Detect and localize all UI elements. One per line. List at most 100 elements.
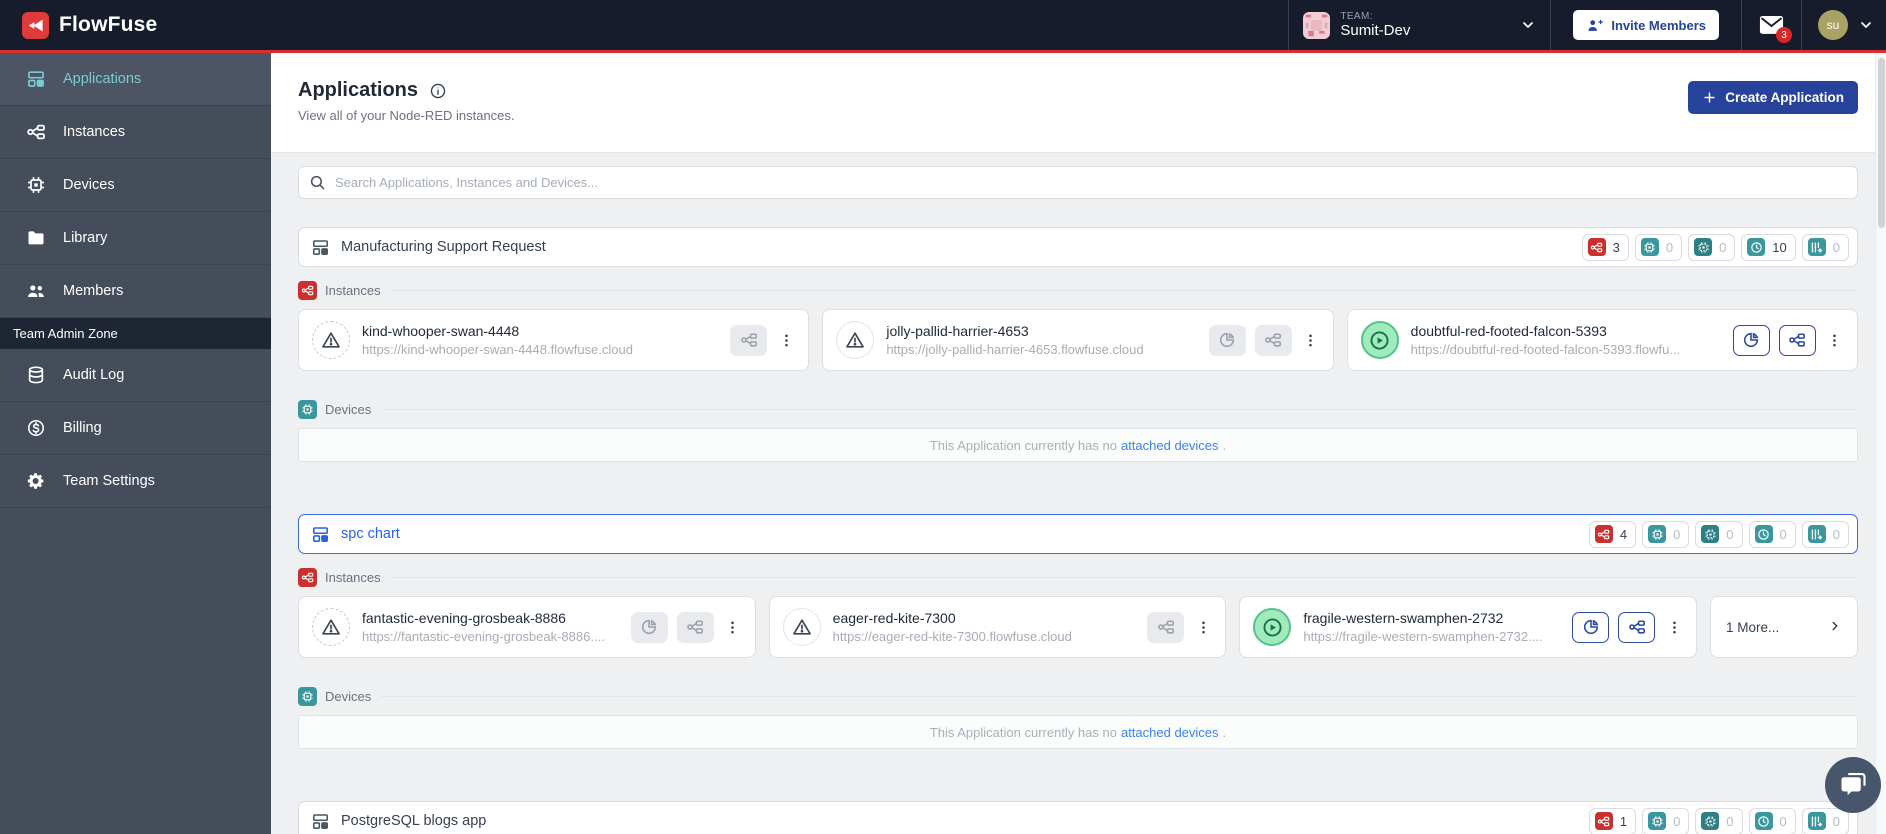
kebab-menu-button[interactable]: [723, 612, 743, 643]
open-editor-button[interactable]: [1147, 611, 1185, 643]
dashboard-button[interactable]: [1572, 611, 1610, 643]
sidebar-item-label: Billing: [63, 420, 102, 436]
kebab-menu-button[interactable]: [1664, 612, 1684, 643]
instance-name: fragile-western-swamphen-2732: [1303, 610, 1504, 626]
snapshots-icon: [1754, 525, 1773, 543]
sidebar-item-team-settings[interactable]: Team Settings: [0, 455, 271, 508]
instance-url: https://doubtful-red-footed-falcon-5393.…: [1410, 342, 1681, 357]
instance-name: jolly-pallid-harrier-4653: [886, 323, 1029, 339]
running-status-icon: [1360, 321, 1399, 359]
application-section: PostgreSQL blogs app 1 0 0 0 0: [298, 801, 1858, 834]
badge-device-group: 0: [1695, 807, 1743, 834]
sidebar-item-label: Team Settings: [63, 473, 155, 489]
sidebar-item-label: Audit Log: [63, 367, 125, 383]
more-instances-card[interactable]: 1 More...: [1710, 596, 1859, 658]
search-input[interactable]: [335, 175, 1847, 190]
team-selector[interactable]: TEAM: Sumit-Dev: [1288, 0, 1552, 50]
sidebar-item-audit-log[interactable]: Audit Log: [0, 349, 271, 402]
invite-wrap: Invite Members: [1551, 0, 1742, 50]
application-header[interactable]: PostgreSQL blogs app 1 0 0 0 0: [298, 801, 1858, 834]
user-menu[interactable]: su: [1802, 10, 1886, 40]
sidebar-item-label: Instances: [63, 124, 126, 140]
open-editor-button[interactable]: [676, 611, 714, 643]
sidebar-item-instances[interactable]: Instances: [0, 106, 271, 159]
brand-name: FlowFuse: [59, 13, 158, 36]
divider: [390, 577, 1858, 578]
badge-instances-count: 3: [1612, 239, 1620, 255]
device-group-icon: [1701, 812, 1720, 830]
flowfuse-app: FlowFuse TEAM: Sumit-Dev Invite Members …: [0, 0, 1886, 834]
accent-line: [0, 50, 1886, 53]
application-name: PostgreSQL blogs app: [341, 813, 487, 829]
sidebar-item-devices[interactable]: Devices: [0, 159, 271, 212]
sidebar-item-members[interactable]: Members: [0, 265, 271, 318]
open-editor-button[interactable]: [1618, 611, 1656, 643]
audit-log-icon: [26, 365, 46, 385]
instances-row: kind-whooper-swan-4448 https://kind-whoo…: [298, 309, 1858, 371]
badge-instances: 4: [1588, 520, 1637, 548]
section-label-text: Instances: [325, 570, 381, 585]
kebab-menu-button[interactable]: [1193, 612, 1213, 643]
badge-instances-count: 4: [1619, 526, 1628, 542]
instance-card[interactable]: doubtful-red-footed-falcon-5393 https://…: [1346, 309, 1858, 371]
sidebar-item-billing[interactable]: Billing: [0, 402, 271, 455]
instance-card[interactable]: jolly-pallid-harrier-4653 https://jolly-…: [822, 309, 1334, 371]
plus-icon: [1704, 92, 1715, 103]
team-label: TEAM:: [1340, 10, 1373, 22]
instance-card[interactable]: eager-red-kite-7300 https://eager-red-ki…: [768, 596, 1227, 658]
dashboard-button[interactable]: [1732, 324, 1770, 356]
application-header[interactable]: spc chart 4 0 0 0 0: [298, 514, 1858, 554]
sidebar-item-library[interactable]: Library: [0, 212, 271, 265]
devices-icon: [1640, 238, 1659, 256]
team-admin-zone-label: Team Admin Zone: [0, 318, 271, 349]
brand[interactable]: FlowFuse: [0, 11, 158, 39]
sidebar-item-label: Library: [63, 230, 108, 246]
instance-name: fantastic-evening-grosbeak-8886: [362, 610, 566, 626]
user-plus-icon: [1588, 19, 1604, 31]
dashboard-button[interactable]: [1208, 324, 1246, 356]
open-editor-button[interactable]: [1254, 324, 1292, 356]
billing-icon: [26, 418, 46, 438]
badge-devices-count: 0: [1665, 239, 1674, 255]
application-header[interactable]: Manufacturing Support Request 3 0 0 10 0: [298, 227, 1858, 267]
application-icon: [311, 238, 330, 257]
create-application-button[interactable]: Create Application: [1688, 81, 1858, 114]
user-avatar: su: [1818, 10, 1848, 40]
error-status-icon: [836, 321, 875, 359]
sidebar-item-applications[interactable]: Applications: [0, 53, 271, 106]
instances-row: fantastic-evening-grosbeak-8886 https://…: [298, 596, 1859, 658]
badge-snapshots-count: 0: [1779, 813, 1787, 829]
chat-bubble-icon: [1841, 772, 1866, 796]
badge-pipelines: 0: [1801, 233, 1849, 261]
instance-card[interactable]: fragile-western-swamphen-2732 https://fr…: [1239, 596, 1698, 658]
application-icon: [311, 525, 330, 544]
open-editor-button[interactable]: [1778, 324, 1816, 356]
running-status-icon: [1253, 608, 1292, 646]
invite-members-button[interactable]: Invite Members: [1573, 10, 1719, 40]
instances-icon: [1594, 525, 1613, 543]
kebab-menu-button[interactable]: [776, 325, 796, 356]
kebab-menu-button[interactable]: [1825, 325, 1845, 356]
kebab-menu-button[interactable]: [1301, 325, 1321, 356]
instance-meta: fragile-western-swamphen-2732 https://fr…: [1303, 610, 1562, 644]
main-area: Applications View all of your Node-RED i…: [271, 53, 1886, 834]
badge-pipelines-count: 0: [1832, 526, 1840, 542]
chat-widget-button[interactable]: [1825, 757, 1881, 813]
notifications-button[interactable]: 3: [1742, 0, 1802, 50]
dashboard-button[interactable]: [630, 611, 668, 643]
info-icon[interactable]: [429, 82, 447, 100]
scrollbar-thumb[interactable]: [1878, 58, 1885, 228]
instances-icon: [298, 568, 317, 587]
error-status-icon: [312, 321, 350, 359]
instances-icon: [1587, 238, 1606, 256]
device-group-icon: [1701, 525, 1720, 543]
sidebar-item-label: Devices: [63, 177, 115, 193]
attached-devices-link[interactable]: attached devices: [1121, 725, 1219, 740]
instance-card[interactable]: fantastic-evening-grosbeak-8886 https://…: [298, 596, 756, 658]
attached-devices-link[interactable]: attached devices: [1121, 438, 1219, 453]
instance-card[interactable]: kind-whooper-swan-4448 https://kind-whoo…: [298, 309, 810, 371]
sidebar: Applications Instances Devices Library M…: [0, 53, 271, 834]
team-avatar: [1303, 11, 1331, 39]
sidebar-item-label: Members: [63, 283, 124, 299]
open-editor-button[interactable]: [730, 324, 768, 356]
